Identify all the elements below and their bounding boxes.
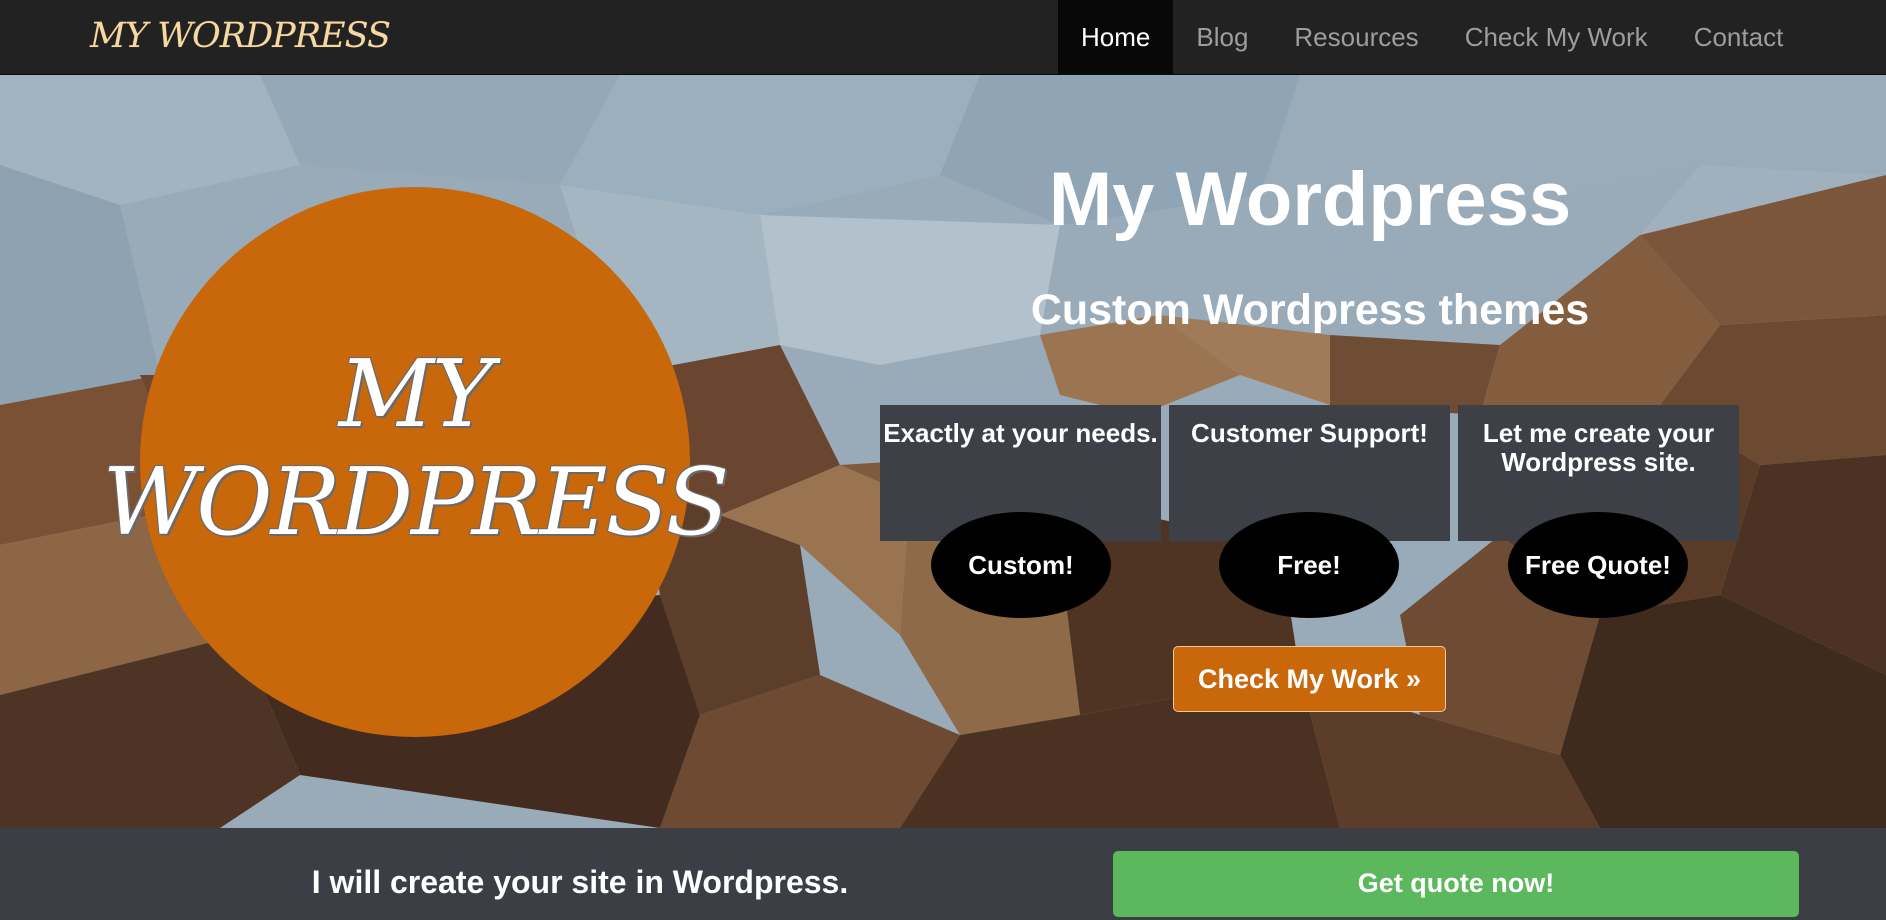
get-quote-button[interactable]: Get quote now! (1113, 851, 1799, 917)
hero-subtitle: Custom Wordpress themes (1030, 286, 1590, 334)
brand-logo[interactable]: MY WORDPRESS (90, 14, 391, 58)
cta-bar: I will create your site in Wordpress. Ge… (0, 828, 1886, 920)
nav-item-blog[interactable]: Blog (1173, 0, 1271, 74)
navbar: MY WORDPRESS Home Blog Resources Check M… (0, 0, 1886, 75)
nav-item-home[interactable]: Home (1058, 0, 1174, 74)
free-button[interactable]: Free! (1219, 512, 1399, 618)
logo-line-1: MY (338, 340, 494, 448)
free-quote-button[interactable]: Free Quote! (1508, 512, 1688, 618)
main-nav: Home Blog Resources Check My Work Contac… (1058, 0, 1806, 74)
custom-button[interactable]: Custom! (931, 512, 1111, 618)
logo-circle-text: MY WORDPRESS (95, 340, 735, 556)
check-my-work-button[interactable]: Check My Work » (1173, 646, 1446, 712)
nav-item-contact[interactable]: Contact (1671, 0, 1807, 74)
logo-line-2: WORDPRESS (102, 448, 730, 556)
nav-item-resources[interactable]: Resources (1271, 0, 1441, 74)
hero-title: My Wordpress (1048, 157, 1572, 242)
hero-section: MY WORDPRESS My Wordpress Custom Wordpre… (0, 75, 1886, 828)
cta-text: I will create your site in Wordpress. (311, 864, 849, 900)
nav-item-check-my-work[interactable]: Check My Work (1442, 0, 1671, 74)
